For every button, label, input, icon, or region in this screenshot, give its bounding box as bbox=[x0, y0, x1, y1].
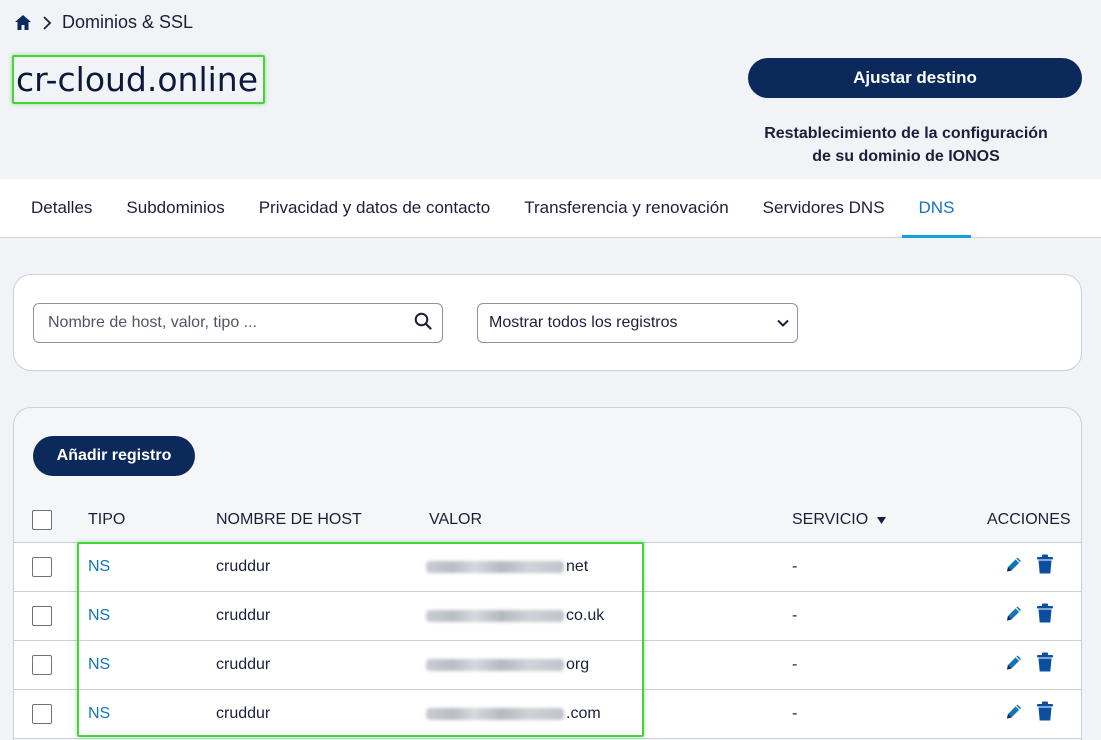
record-type[interactable]: NS bbox=[88, 705, 110, 723]
table-row: NS cruddur net - bbox=[14, 543, 1081, 592]
record-value: org bbox=[426, 656, 589, 674]
row-actions bbox=[1004, 603, 1053, 629]
tab-details[interactable]: Detalles bbox=[0, 179, 109, 237]
record-filter-select[interactable]: Mostrar todos los registros bbox=[477, 303, 798, 343]
record-host: cruddur bbox=[216, 558, 271, 575]
edit-pencil-icon[interactable] bbox=[1004, 604, 1024, 629]
record-value-suffix: org bbox=[566, 656, 590, 673]
column-service-label: SERVICIO bbox=[792, 511, 869, 528]
table-row: NS cruddur org - bbox=[14, 641, 1081, 690]
edit-pencil-icon[interactable] bbox=[1004, 555, 1024, 580]
column-value[interactable]: VALOR bbox=[429, 511, 482, 529]
filter-panel: Mostrar todos los registros bbox=[13, 274, 1082, 371]
record-value: net bbox=[426, 558, 588, 576]
record-value: .com bbox=[426, 705, 601, 723]
chevron-right-icon bbox=[42, 15, 52, 30]
add-record-button[interactable]: Añadir registro bbox=[33, 436, 195, 476]
delete-trash-icon[interactable] bbox=[1037, 652, 1053, 678]
record-filter-value: Mostrar todos los registros bbox=[489, 314, 678, 331]
chevron-down-icon bbox=[777, 314, 789, 332]
dns-records-panel: Añadir registro TIPO NOMBRE DE HOST VALO… bbox=[13, 407, 1082, 740]
search-field[interactable] bbox=[33, 303, 443, 343]
row-actions bbox=[1004, 554, 1053, 580]
table-header: TIPO NOMBRE DE HOST VALOR SERVICIO ACCIO… bbox=[14, 498, 1081, 543]
table-row: NS cruddur .com - bbox=[14, 690, 1081, 739]
tab-dns[interactable]: DNS bbox=[901, 179, 972, 238]
sort-down-icon bbox=[877, 511, 887, 529]
tab-privacy-contact[interactable]: Privacidad y datos de contacto bbox=[242, 179, 508, 237]
home-icon[interactable] bbox=[14, 14, 32, 31]
row-actions bbox=[1004, 652, 1053, 678]
breadcrumb-current[interactable]: Dominios & SSL bbox=[62, 12, 193, 33]
delete-trash-icon[interactable] bbox=[1037, 603, 1053, 629]
delete-trash-icon[interactable] bbox=[1037, 701, 1053, 727]
record-type[interactable]: NS bbox=[88, 656, 110, 674]
delete-trash-icon[interactable] bbox=[1037, 554, 1053, 580]
column-service[interactable]: SERVICIO bbox=[792, 511, 887, 529]
select-all-checkbox[interactable] bbox=[32, 510, 52, 530]
record-type[interactable]: NS bbox=[88, 558, 110, 576]
search-icon[interactable] bbox=[414, 312, 432, 335]
record-service: - bbox=[792, 607, 798, 624]
record-service: - bbox=[792, 705, 798, 722]
record-service: - bbox=[792, 558, 798, 575]
column-type[interactable]: TIPO bbox=[88, 511, 125, 529]
record-service: - bbox=[792, 656, 798, 673]
reset-configuration-link[interactable]: Restablecimiento de la configuración de … bbox=[748, 122, 1064, 168]
record-host: cruddur bbox=[216, 705, 271, 722]
record-host: cruddur bbox=[216, 607, 271, 624]
record-value: co.uk bbox=[426, 607, 604, 625]
record-type[interactable]: NS bbox=[88, 607, 110, 625]
breadcrumb: Dominios & SSL bbox=[14, 12, 193, 33]
tab-subdomains[interactable]: Subdominios bbox=[109, 179, 241, 237]
record-value-suffix: co.uk bbox=[566, 607, 605, 624]
row-actions bbox=[1004, 701, 1053, 727]
search-input[interactable] bbox=[48, 314, 414, 332]
record-value-suffix: .com bbox=[566, 705, 601, 722]
reset-text-line-1: Restablecimiento de la configuración bbox=[764, 125, 1048, 142]
tab-dns-servers[interactable]: Servidores DNS bbox=[746, 179, 902, 237]
record-value-suffix: net bbox=[566, 558, 589, 575]
row-checkbox[interactable] bbox=[32, 606, 52, 626]
adjust-destination-button[interactable]: Ajustar destino bbox=[748, 58, 1082, 98]
record-host: cruddur bbox=[216, 656, 271, 673]
column-actions: ACCIONES bbox=[987, 511, 1071, 528]
table-row: NS cruddur co.uk - bbox=[14, 592, 1081, 641]
page-title: cr-cloud.online bbox=[12, 55, 265, 104]
tab-bar: Detalles Subdominios Privacidad y datos … bbox=[0, 179, 1101, 238]
row-checkbox[interactable] bbox=[32, 704, 52, 724]
row-checkbox[interactable] bbox=[32, 655, 52, 675]
edit-pencil-icon[interactable] bbox=[1004, 702, 1024, 727]
row-checkbox[interactable] bbox=[32, 557, 52, 577]
reset-text-line-2: de su dominio de IONOS bbox=[812, 148, 1000, 165]
edit-pencil-icon[interactable] bbox=[1004, 653, 1024, 678]
column-host[interactable]: NOMBRE DE HOST bbox=[216, 511, 362, 529]
tab-transfer-renewal[interactable]: Transferencia y renovación bbox=[507, 179, 745, 237]
